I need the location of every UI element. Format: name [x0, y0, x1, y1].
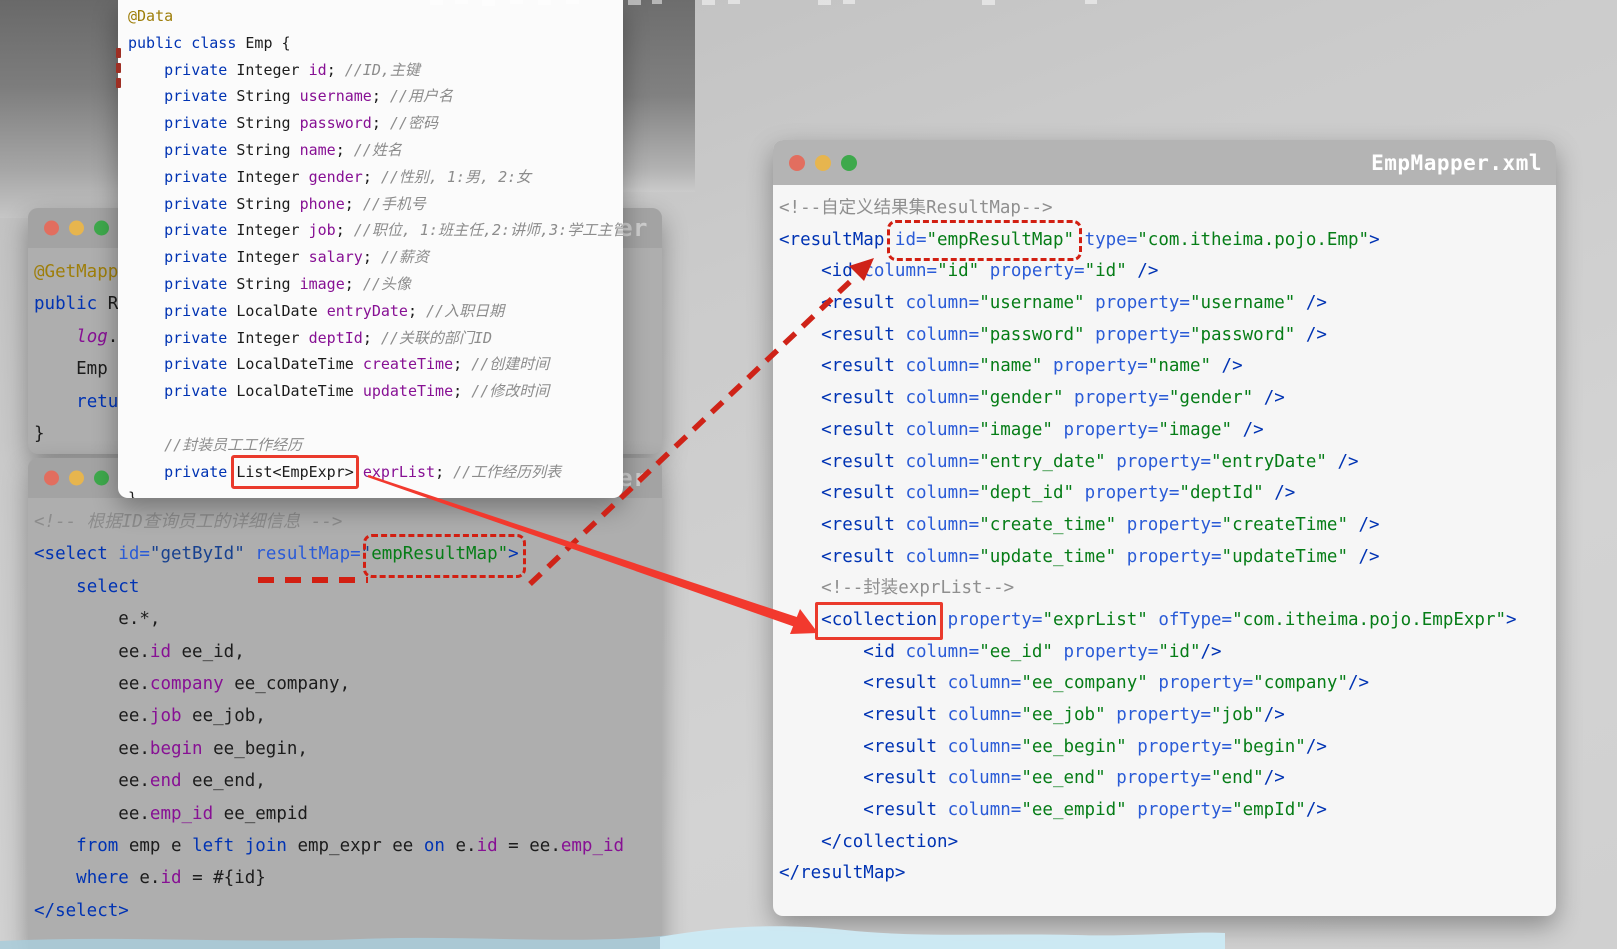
- close-icon[interactable]: [44, 221, 59, 236]
- window-controls: [789, 155, 857, 171]
- red-annotation-box: <collection: [821, 605, 937, 637]
- mapper-window: EmpMapper.xml <!--自定义结果集ResultMap--><res…: [773, 140, 1556, 916]
- emp-class-code: @Datapublic class Emp { private Integer …: [118, 0, 623, 498]
- window-controls: [44, 221, 109, 236]
- minimize-icon[interactable]: [815, 155, 831, 171]
- zoom-icon[interactable]: [94, 471, 109, 486]
- red-annotation-box: empResultMap">: [371, 538, 519, 570]
- window-controls: [44, 471, 109, 486]
- close-icon[interactable]: [44, 471, 59, 486]
- xml-select-code: <!-- 根据ID查询员工的详细信息 --><select id="getByI…: [28, 498, 662, 927]
- red-annotation-box: id="empResultMap": [895, 225, 1074, 257]
- minimize-icon[interactable]: [69, 471, 84, 486]
- zoom-icon[interactable]: [94, 221, 109, 236]
- minimize-icon[interactable]: [69, 221, 84, 236]
- background-dark-strip: [623, 0, 695, 192]
- zoom-icon[interactable]: [841, 155, 857, 171]
- mapper-code: <!--自定义结果集ResultMap--><resultMap id="emp…: [773, 185, 1556, 890]
- mapper-window-title: EmpMapper.xml: [1371, 151, 1542, 175]
- mapper-titlebar: EmpMapper.xml: [773, 140, 1556, 185]
- xml-select-window: er <!-- 根据ID查询员工的详细信息 --><select id="get…: [28, 458, 662, 949]
- close-icon[interactable]: [789, 155, 805, 171]
- red-annotation-box: List<EmpExpr>: [236, 459, 353, 486]
- background-dark-corner: [0, 0, 118, 218]
- emp-class-window: @Datapublic class Emp { private Integer …: [118, 0, 623, 498]
